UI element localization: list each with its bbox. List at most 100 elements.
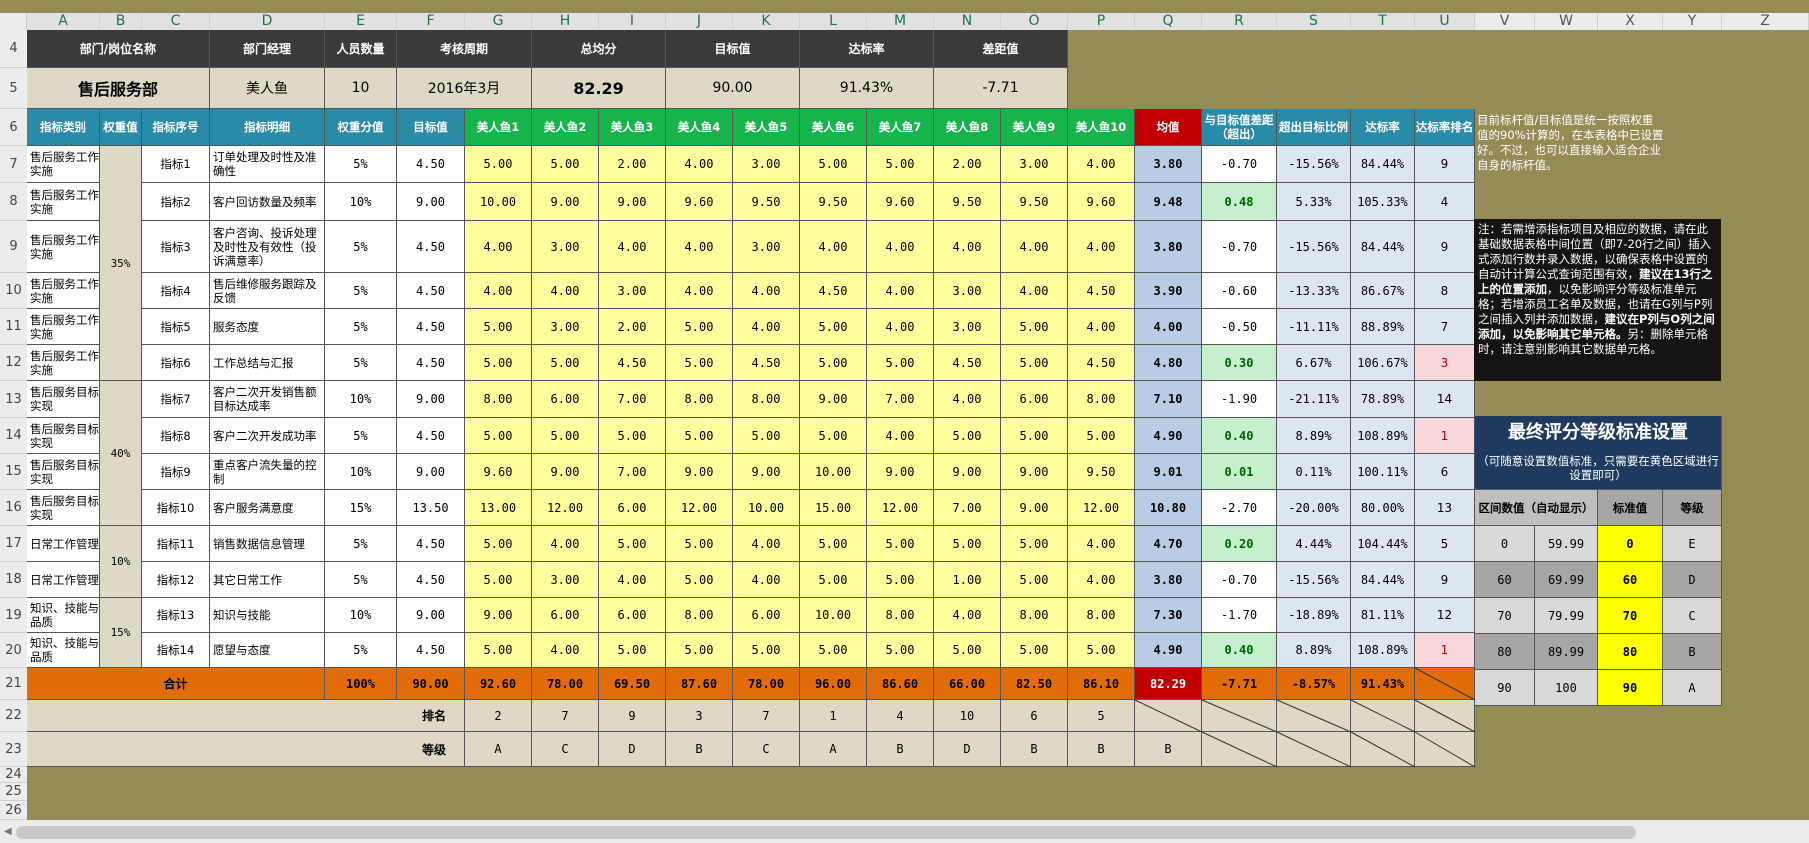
rank-cell[interactable]: 12	[1415, 598, 1475, 633]
target-cell[interactable]: 4.50	[397, 221, 465, 273]
weight-score-cell[interactable]: 10%	[325, 454, 397, 490]
grade-empty[interactable]	[1202, 732, 1277, 767]
score-cell[interactable]: 5.00	[666, 562, 733, 598]
target-cell[interactable]: 4.50	[397, 345, 465, 381]
average-cell[interactable]: 7.30	[1135, 598, 1202, 633]
category-cell[interactable]: 售后服务工作实施	[27, 183, 100, 221]
total-average[interactable]: 82.29	[1135, 668, 1202, 700]
average-cell[interactable]: 9.48	[1135, 183, 1202, 221]
gap-cell[interactable]: -1.70	[1202, 598, 1277, 633]
indicator-detail-cell[interactable]: 其它日常工作	[210, 562, 325, 598]
row-header-15[interactable]: 15	[0, 454, 27, 490]
score-cell[interactable]: 5.00	[465, 345, 532, 381]
score-cell[interactable]: 4.00	[599, 221, 666, 273]
total-weight[interactable]: 100%	[325, 668, 397, 700]
indicator-detail-cell[interactable]: 客户二次开发成功率	[210, 418, 325, 454]
score-cell[interactable]: 5.00	[465, 418, 532, 454]
score-cell[interactable]: 1.00	[934, 562, 1001, 598]
score-cell[interactable]: 6.00	[1001, 381, 1068, 418]
summary-header[interactable]: 达标率	[800, 30, 934, 68]
column-header-D[interactable]: D	[210, 13, 325, 30]
score-cell[interactable]: 4.00	[934, 221, 1001, 273]
weight-group-cell[interactable]: 35%	[100, 146, 142, 381]
grade-letter[interactable]: C	[1663, 598, 1722, 634]
rank-cell[interactable]: 7	[1415, 309, 1475, 345]
score-cell[interactable]: 9.60	[867, 183, 934, 221]
category-cell[interactable]: 知识、技能与品质	[27, 598, 100, 633]
interval-high[interactable]: 89.99	[1535, 634, 1598, 670]
achievement-rate-cell[interactable]: 78.89%	[1351, 381, 1415, 418]
score-cell[interactable]: 5.00	[1001, 633, 1068, 668]
score-cell[interactable]: 4.00	[867, 273, 934, 309]
target-cell[interactable]: 4.50	[397, 633, 465, 668]
score-cell[interactable]: 12.00	[1068, 490, 1135, 526]
achievement-rate-cell[interactable]: 105.33%	[1351, 183, 1415, 221]
grade-settings-subtitle[interactable]: （可随意设置数值标准，只需要在黄色区域进行设置即可）	[1475, 446, 1722, 490]
score-cell[interactable]: 5.00	[867, 633, 934, 668]
column-header-B[interactable]: B	[100, 13, 142, 30]
score-cell[interactable]: 5.00	[867, 146, 934, 183]
achievement-rate-cell[interactable]: 84.44%	[1351, 221, 1415, 273]
rank-value[interactable]: 6	[1001, 700, 1068, 732]
score-cell[interactable]: 9.00	[532, 454, 599, 490]
category-cell[interactable]: 售后服务工作实施	[27, 273, 100, 309]
indicator-detail-cell[interactable]: 知识与技能	[210, 598, 325, 633]
column-header-H[interactable]: H	[532, 13, 599, 30]
score-cell[interactable]: 4.00	[666, 146, 733, 183]
weight-score-cell[interactable]: 5%	[325, 146, 397, 183]
score-cell[interactable]: 12.00	[666, 490, 733, 526]
score-cell[interactable]: 4.50	[1068, 345, 1135, 381]
row-header-26[interactable]: 26	[0, 801, 27, 820]
average-cell[interactable]: 4.70	[1135, 526, 1202, 562]
rank-row-label[interactable]: 排名	[27, 700, 465, 732]
column-header-T[interactable]: T	[1351, 13, 1415, 30]
row-header-19[interactable]: 19	[0, 598, 27, 633]
score-cell[interactable]: 5.00	[532, 418, 599, 454]
weight-score-cell[interactable]: 5%	[325, 273, 397, 309]
score-cell[interactable]: 5.00	[465, 526, 532, 562]
total-score[interactable]: 66.00	[934, 668, 1001, 700]
grade-header[interactable]: 等级	[1663, 490, 1722, 526]
weight-score-cell[interactable]: 15%	[325, 490, 397, 526]
score-cell[interactable]: 10.00	[800, 598, 867, 633]
table-header[interactable]: 权重值	[100, 109, 142, 146]
interval-low[interactable]: 60	[1475, 562, 1535, 598]
score-cell[interactable]: 4.00	[1001, 273, 1068, 309]
total-target[interactable]: 90.00	[397, 668, 465, 700]
score-cell[interactable]: 9.60	[1068, 183, 1135, 221]
standard-value-input[interactable]: 70	[1598, 598, 1663, 634]
exceed-ratio-cell[interactable]: 8.89%	[1277, 633, 1351, 668]
score-cell[interactable]: 13.00	[465, 490, 532, 526]
rank-cell[interactable]: 13	[1415, 490, 1475, 526]
rank-empty[interactable]	[1351, 700, 1415, 732]
indicator-no-cell[interactable]: 指标7	[142, 381, 210, 418]
total-score[interactable]: 78.00	[733, 668, 800, 700]
score-cell[interactable]: 4.00	[1068, 526, 1135, 562]
grade-row-label[interactable]: 等级	[27, 732, 465, 767]
table-header[interactable]: 美人鱼6	[800, 109, 867, 146]
row-header-23[interactable]: 23	[0, 732, 27, 767]
target-cell[interactable]: 13.50	[397, 490, 465, 526]
row-header-17[interactable]: 17	[0, 526, 27, 562]
column-header-O[interactable]: O	[1001, 13, 1068, 30]
total-score[interactable]: 96.00	[800, 668, 867, 700]
category-cell[interactable]: 售后服务工作实施	[27, 221, 100, 273]
achievement-rate-cell[interactable]: 108.89%	[1351, 633, 1415, 668]
score-cell[interactable]: 7.00	[934, 490, 1001, 526]
gap-cell[interactable]: -1.90	[1202, 381, 1277, 418]
rank-value[interactable]: 7	[532, 700, 599, 732]
score-cell[interactable]: 9.50	[800, 183, 867, 221]
category-cell[interactable]: 售后服务工作实施	[27, 345, 100, 381]
score-cell[interactable]: 6.00	[532, 381, 599, 418]
indicator-detail-cell[interactable]: 重点客户流失量的控制	[210, 454, 325, 490]
score-cell[interactable]: 2.00	[599, 146, 666, 183]
category-cell[interactable]: 日常工作管理	[27, 526, 100, 562]
table-header[interactable]: 美人鱼9	[1001, 109, 1068, 146]
score-cell[interactable]: 7.00	[867, 381, 934, 418]
score-cell[interactable]: 6.00	[599, 490, 666, 526]
score-cell[interactable]: 4.00	[934, 381, 1001, 418]
score-cell[interactable]: 5.00	[800, 562, 867, 598]
row-header-22[interactable]: 22	[0, 700, 27, 732]
category-cell[interactable]: 售后服务目标实现	[27, 381, 100, 418]
rank-value[interactable]: 1	[800, 700, 867, 732]
